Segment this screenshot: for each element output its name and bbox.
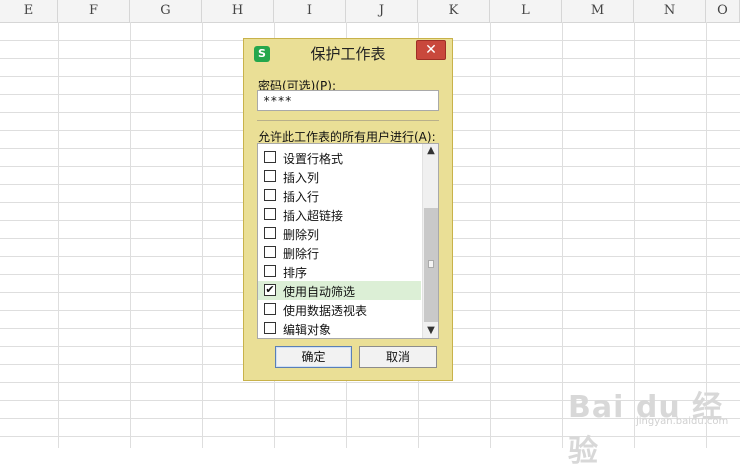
permission-label: 使用数据透视表 [283,304,368,318]
permission-label: 删除行 [283,247,320,261]
column-header-h[interactable]: H [202,0,274,22]
close-button[interactable]: ✕ [416,40,446,60]
scroll-up-icon[interactable]: ▲ [423,144,438,158]
column-header-row: E F G H I J K L M N O [0,0,740,23]
ok-button[interactable]: 确定 [275,346,352,368]
close-icon: ✕ [425,42,437,58]
checkbox[interactable] [264,303,276,315]
checkbox[interactable] [264,265,276,277]
permission-label: 编辑对象 [283,323,332,337]
checkbox-checked[interactable]: ✔ [264,284,276,296]
column-header-i[interactable]: I [274,0,346,22]
permission-label: 插入行 [283,190,320,204]
cancel-button[interactable]: 取消 [359,346,437,368]
column-header-f[interactable]: F [58,0,130,22]
permission-item[interactable]: 排序 [258,262,421,281]
permission-item[interactable]: 设置行格式 [258,148,421,167]
grid-line [490,22,491,448]
checkbox[interactable] [264,322,276,334]
permission-item[interactable]: 插入行 [258,186,421,205]
checkbox[interactable] [264,151,276,163]
permission-item[interactable]: 插入列 [258,167,421,186]
list-scrollbar[interactable]: ▲ ▼ [422,144,438,338]
column-header-k[interactable]: K [418,0,490,22]
divider [257,120,439,121]
permission-label: 插入超链接 [283,209,344,223]
column-header-g[interactable]: G [130,0,202,22]
watermark-logo: Bai du 经验 jingyan.baidu.com [568,370,733,469]
scroll-down-icon[interactable]: ▼ [423,324,438,338]
dialog-titlebar[interactable]: S 保护工作表 ✕ [244,39,452,67]
column-header-n[interactable]: N [634,0,706,22]
column-header-l[interactable]: L [490,0,562,22]
column-header-o[interactable]: O [706,0,740,22]
permission-item[interactable]: 插入超链接 [258,205,421,224]
permission-label: 设置行格式 [283,152,344,166]
checkbox[interactable] [264,227,276,239]
checkbox[interactable] [264,189,276,201]
grid-line [562,22,563,448]
column-header-e[interactable]: E [0,0,58,22]
permission-item[interactable]: 编辑对象 [258,319,421,338]
checkbox[interactable] [264,246,276,258]
checkbox[interactable] [264,208,276,220]
permission-item[interactable]: ✔ 使用自动筛选 [258,281,421,300]
permission-item[interactable]: 删除行 [258,243,421,262]
permission-label: 使用自动筛选 [283,285,356,299]
grid-line [202,22,203,448]
column-header-j[interactable]: J [346,0,418,22]
permission-label: 排序 [283,266,308,280]
permission-item[interactable]: 使用数据透视表 [258,300,421,319]
checkbox[interactable] [264,170,276,182]
watermark-url: jingyan.baidu.com [636,416,729,427]
permission-label: 插入列 [283,171,320,185]
column-header-m[interactable]: M [562,0,634,22]
permission-label: 删除列 [283,228,320,242]
permission-item[interactable]: 删除列 [258,224,421,243]
grid-line [130,22,131,448]
scroll-thumb[interactable] [424,208,438,322]
protect-sheet-dialog: S 保护工作表 ✕ 密码(可选)(P): 允许此工作表的所有用户进行(A): 设… [243,38,453,381]
permissions-list[interactable]: 设置行格式插入列插入行插入超链接删除列删除行排序 ✔ 使用自动筛选 使用数据透视表 编辑… [257,143,439,339]
scroll-grip-icon [428,260,434,268]
grid-line [58,22,59,448]
password-field[interactable] [257,90,439,111]
